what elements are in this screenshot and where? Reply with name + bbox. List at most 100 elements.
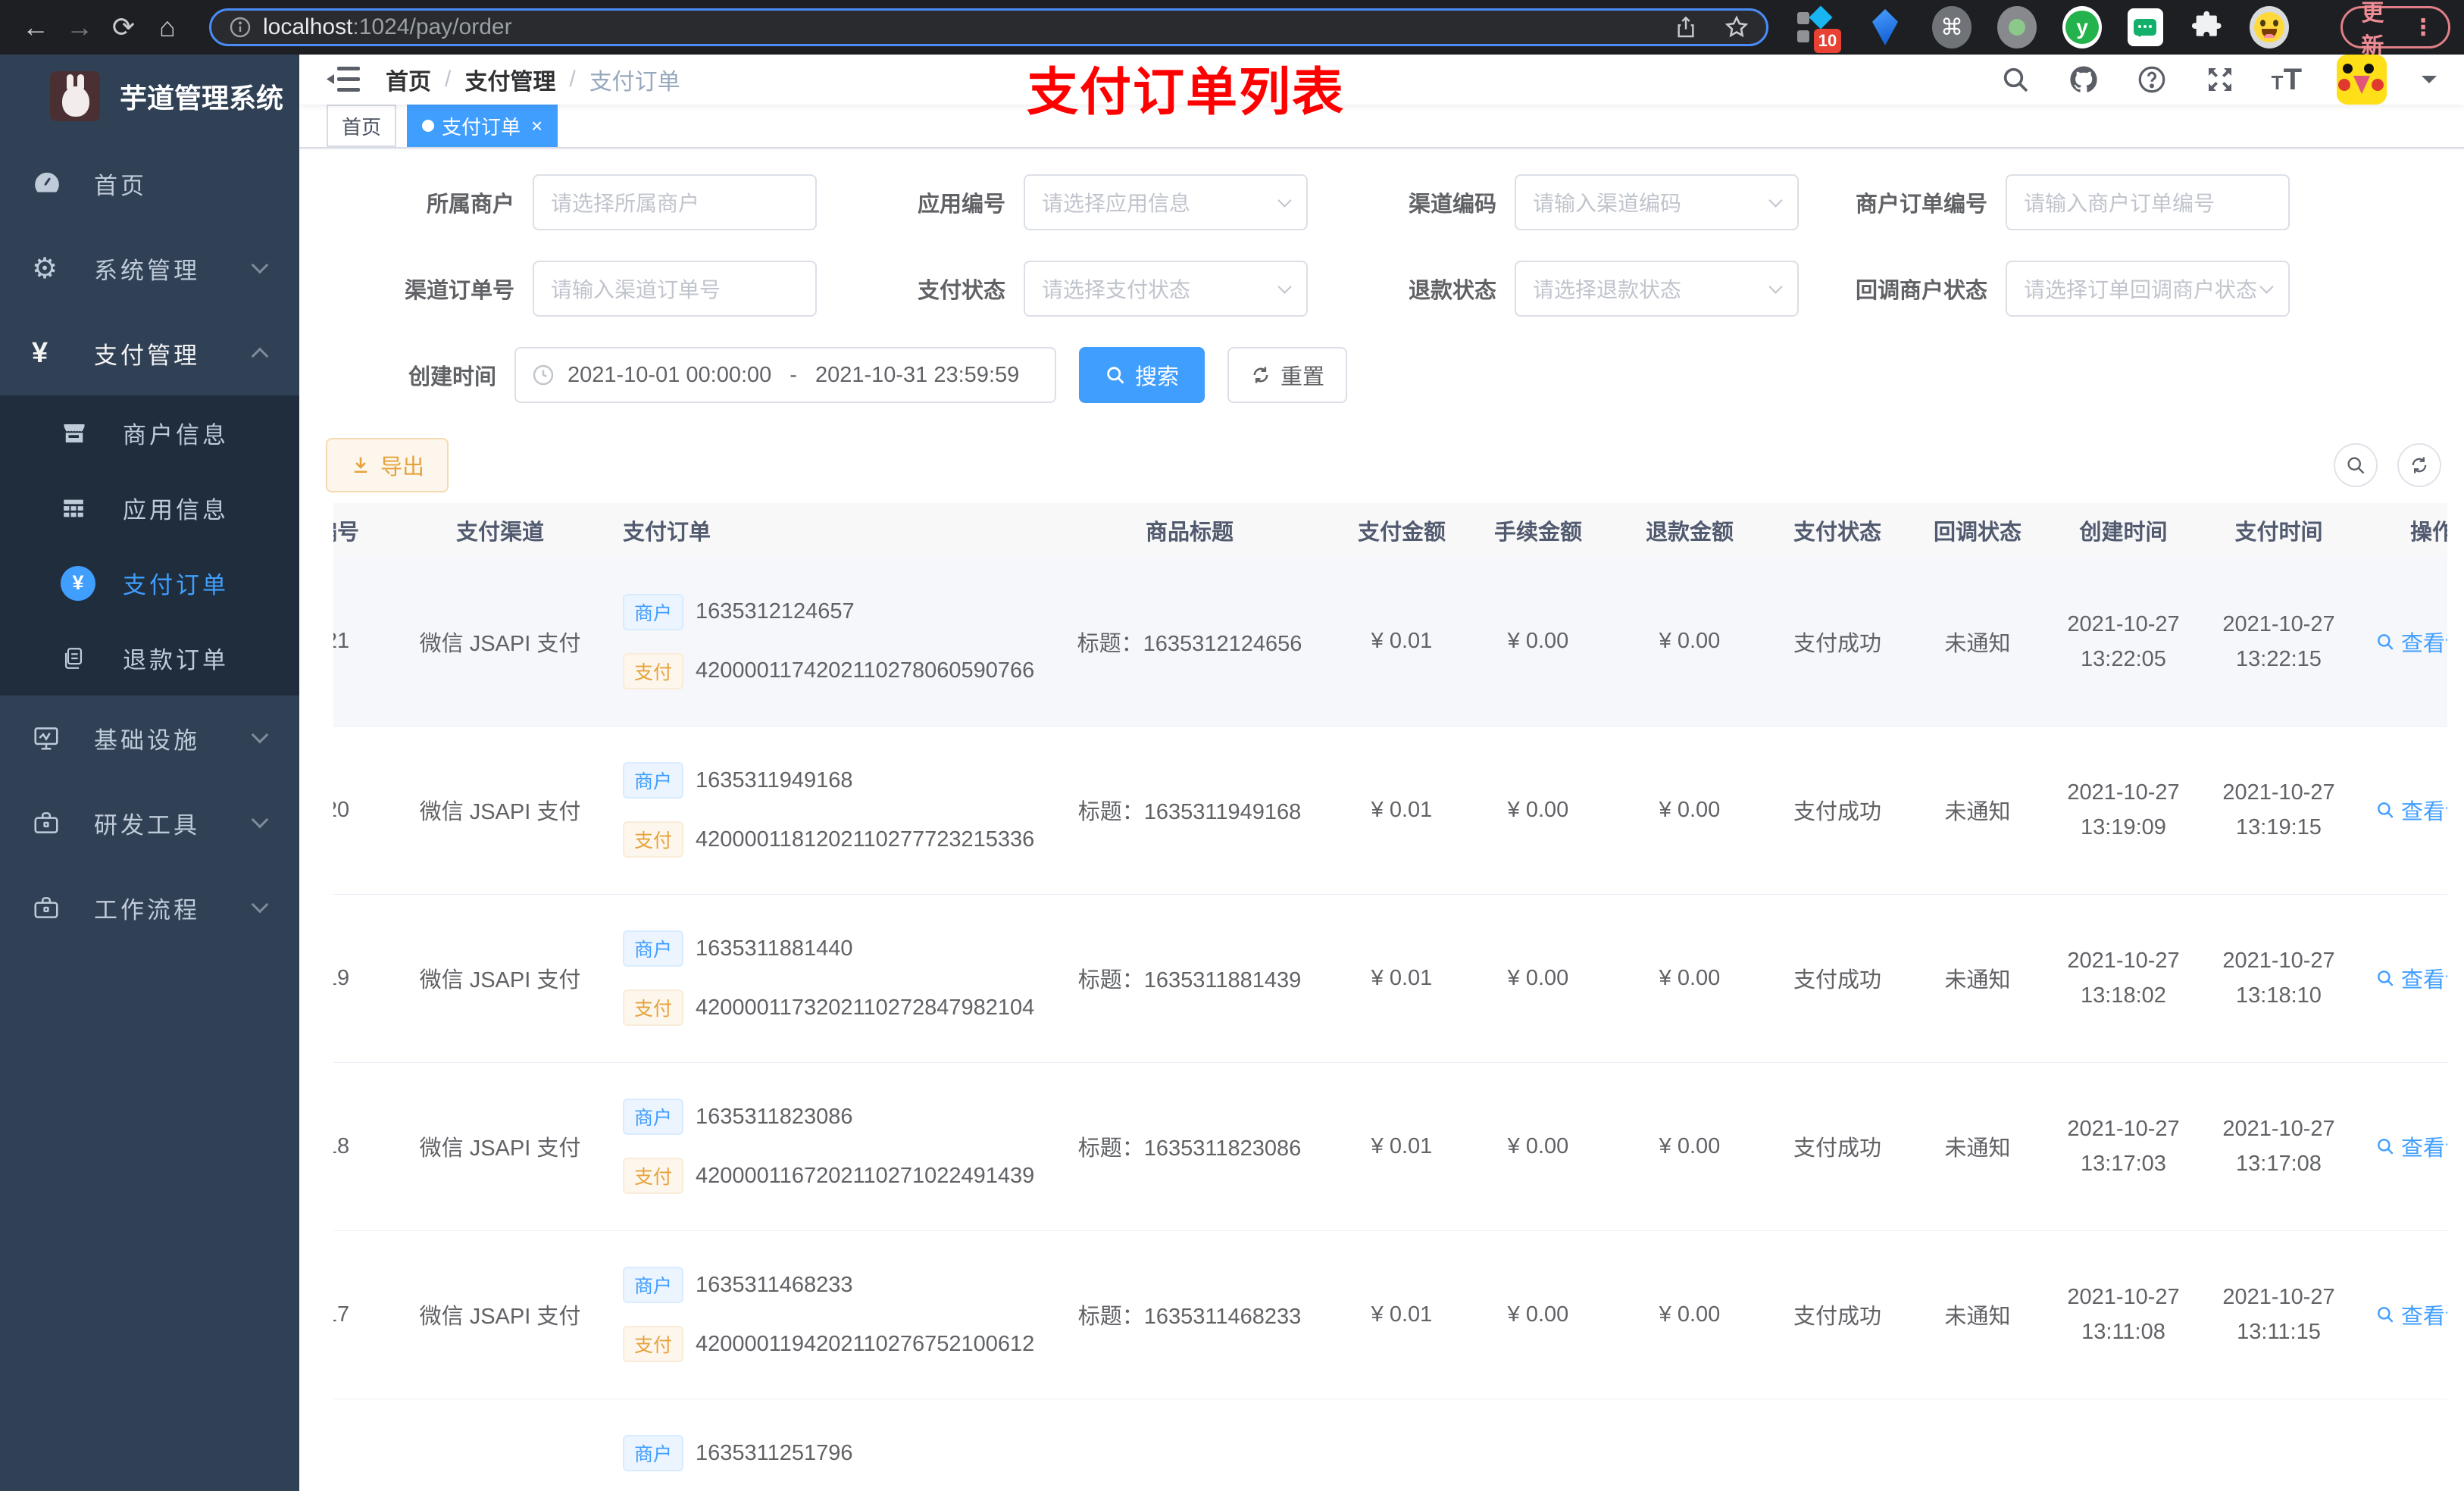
order-table-wrap: 编号 支付渠道 支付订单 商品标题 支付金额 手续金额 退款金额 支付状态 回调… <box>333 503 2447 1491</box>
extension-chat-icon[interactable] <box>2128 8 2163 46</box>
clock-icon <box>533 364 554 386</box>
sidebar-item-home[interactable]: 首页 <box>0 141 299 226</box>
refresh-table-button[interactable] <box>2397 443 2441 487</box>
goods-title: 标题：1635311468233 <box>1038 1230 1341 1399</box>
merchant-tag: 商户 <box>623 593 684 630</box>
table-row: 21 微信 JSAPI 支付 商户 1635312124657 支付 42000… <box>333 558 2447 727</box>
sidebar-item-system[interactable]: ⚙ 系统管理 <box>0 226 299 311</box>
share-icon[interactable] <box>1674 15 1698 39</box>
channel-order-no-input[interactable]: 请输入渠道订单号 <box>533 261 817 317</box>
view-detail-link[interactable]: 查看详情 <box>2375 794 2447 826</box>
documents-icon <box>61 645 109 671</box>
address-bar[interactable]: localhost:1024/pay/order <box>209 8 1768 46</box>
export-button[interactable]: 导出 <box>326 438 449 492</box>
col-channel: 支付渠道 <box>386 503 614 558</box>
sidebar-item-refund-order[interactable]: 退款订单 <box>0 620 299 695</box>
pay-tag: 支付 <box>623 989 684 1026</box>
breadcrumb-home[interactable]: 首页 <box>386 63 431 96</box>
notify-status: 未通知 <box>1909 1230 2046 1399</box>
sidebar-item-workflow[interactable]: 工作流程 <box>0 865 299 950</box>
tab-pay-order[interactable]: 支付订单 × <box>407 105 558 147</box>
view-detail-link[interactable]: 查看详情 <box>2375 1130 2447 1162</box>
browser-forward-icon[interactable]: → <box>58 11 102 43</box>
create-time-range-input[interactable]: 2021-10-01 00:00:00 - 2021-10-31 23:59:5… <box>514 347 1056 403</box>
chevron-down-icon <box>1768 192 1783 208</box>
col-pay-time: 支付时间 <box>2201 503 2356 558</box>
merchant-tag: 商户 <box>623 762 684 799</box>
refresh-icon <box>1253 367 1268 383</box>
goods-title: 标题：1635311949168 <box>1038 726 1341 895</box>
sidebar-item-merchant-info[interactable]: 商户信息 <box>0 395 299 470</box>
avatar-caret-icon[interactable] <box>2422 76 2437 91</box>
avatar[interactable] <box>2337 55 2387 105</box>
goods-title: 标题：1635312124656 <box>1038 558 1341 727</box>
sidebar-collapse-icon[interactable] <box>327 64 360 95</box>
github-icon[interactable] <box>2067 63 2100 96</box>
col-action: 操作 <box>2356 503 2447 558</box>
view-detail-link[interactable]: 查看详情 <box>2375 1299 2447 1330</box>
search-button[interactable]: 搜索 <box>1079 347 1205 403</box>
pay-status-select[interactable]: 请选择支付状态 <box>1024 261 1308 317</box>
merchant-order-no: 1635312124657 <box>696 599 855 624</box>
fullscreen-icon[interactable] <box>2203 63 2237 96</box>
sidebar-item-payment[interactable]: ¥ 支付管理 <box>0 311 299 395</box>
reset-button[interactable]: 重置 <box>1227 347 1348 403</box>
browser-update-button[interactable]: 更新 ⋮ <box>2340 1 2451 59</box>
app-select[interactable]: 请选择应用信息 <box>1024 174 1308 230</box>
sidebar-item-app-info[interactable]: 应用信息 <box>0 470 299 545</box>
browser-back-icon[interactable]: ← <box>14 11 58 43</box>
profile-emoji-icon[interactable] <box>2250 6 2290 48</box>
yen-circle-icon: ¥ <box>61 565 109 601</box>
sidebar-item-pay-order[interactable]: ¥ 支付订单 <box>0 545 299 620</box>
sidebar-item-infrastructure[interactable]: 基础设施 <box>0 695 299 780</box>
table-row: 17 微信 JSAPI 支付 商户 1635311468233 支付 42000… <box>333 1230 2447 1399</box>
create-time: 2021-10-27 13:17:03 <box>2046 1062 2201 1231</box>
action-cell: 查看详情 <box>2356 894 2447 1063</box>
browser-home-icon[interactable]: ⌂ <box>145 11 189 43</box>
browser-menu-icon[interactable]: ⋮ <box>2412 14 2434 41</box>
col-fee: 手续金额 <box>1462 503 1614 558</box>
sidebar-item-dev-tools[interactable]: 研发工具 <box>0 780 299 865</box>
pay-channel: 微信 JSAPI 支付 <box>386 1062 614 1231</box>
merchant-tag: 商户 <box>623 1099 684 1135</box>
view-detail-link[interactable]: 查看详情 <box>2375 626 2447 658</box>
app-logo-row[interactable]: 芋道管理系统 <box>0 55 299 138</box>
pay-tag: 支付 <box>623 1158 684 1194</box>
extension-dot-icon[interactable] <box>1997 6 2037 48</box>
channel-pay-no: 4200001174202110278060590766 <box>696 658 1035 683</box>
merchant-order-no-input[interactable]: 请输入商户订单编号 <box>2006 174 2290 230</box>
font-size-icon[interactable]: TT <box>2272 63 2302 97</box>
refund-status-select[interactable]: 请选择退款状态 <box>1515 261 1799 317</box>
filter-channel-code: 渠道编码 请输入渠道编码 <box>1308 174 1799 230</box>
col-amount: 支付金额 <box>1341 503 1462 558</box>
col-pay-status: 支付状态 <box>1765 503 1909 558</box>
extensions-puzzle-icon[interactable] <box>2189 8 2225 46</box>
merchant-order-no: 1635311881440 <box>696 936 853 961</box>
extension-diamond-icon[interactable]: 10 <box>1796 5 1841 53</box>
extension-gem-icon[interactable] <box>1864 6 1906 48</box>
view-detail-link[interactable]: 查看详情 <box>2375 962 2447 994</box>
create-time: 2021-10-27 13:18:02 <box>2046 894 2201 1063</box>
pay-channel: 微信 JSAPI 支付 <box>386 558 614 727</box>
filter-form: 所属商户 请选择所属商户 应用编号 请选择应用信息 渠道编码 请输入渠道编码 商… <box>326 174 2464 317</box>
col-order: 支付订单 <box>614 503 1038 558</box>
order-id: 17 <box>333 1230 386 1399</box>
merchant-select[interactable]: 请选择所属商户 <box>533 174 817 230</box>
browser-reload-icon[interactable]: ⟳ <box>102 11 145 43</box>
tab-home[interactable]: 首页 <box>327 105 397 147</box>
notify-status-select[interactable]: 请选择订单回调商户状态 <box>2006 261 2290 317</box>
help-icon[interactable] <box>2135 63 2169 96</box>
extension-y-icon[interactable]: y <box>2062 6 2103 48</box>
show-search-toggle-button[interactable] <box>2334 443 2378 487</box>
extension-command-icon[interactable]: ⌘ <box>1932 6 1972 48</box>
bookmark-star-icon[interactable] <box>1724 14 1750 40</box>
search-icon[interactable] <box>1999 63 2032 96</box>
breadcrumb-pay-manage[interactable]: 支付管理 <box>464 63 555 96</box>
refund-amount: ¥ 0.00 <box>1614 894 1765 1063</box>
site-info-icon[interactable] <box>228 15 252 39</box>
monitor-icon <box>32 724 80 752</box>
channel-code-select[interactable]: 请输入渠道编码 <box>1515 174 1799 230</box>
filter-notify-status: 回调商户状态 请选择订单回调商户状态 <box>1799 261 2290 317</box>
tab-close-icon[interactable]: × <box>531 116 543 136</box>
pay-tag: 支付 <box>623 652 684 689</box>
